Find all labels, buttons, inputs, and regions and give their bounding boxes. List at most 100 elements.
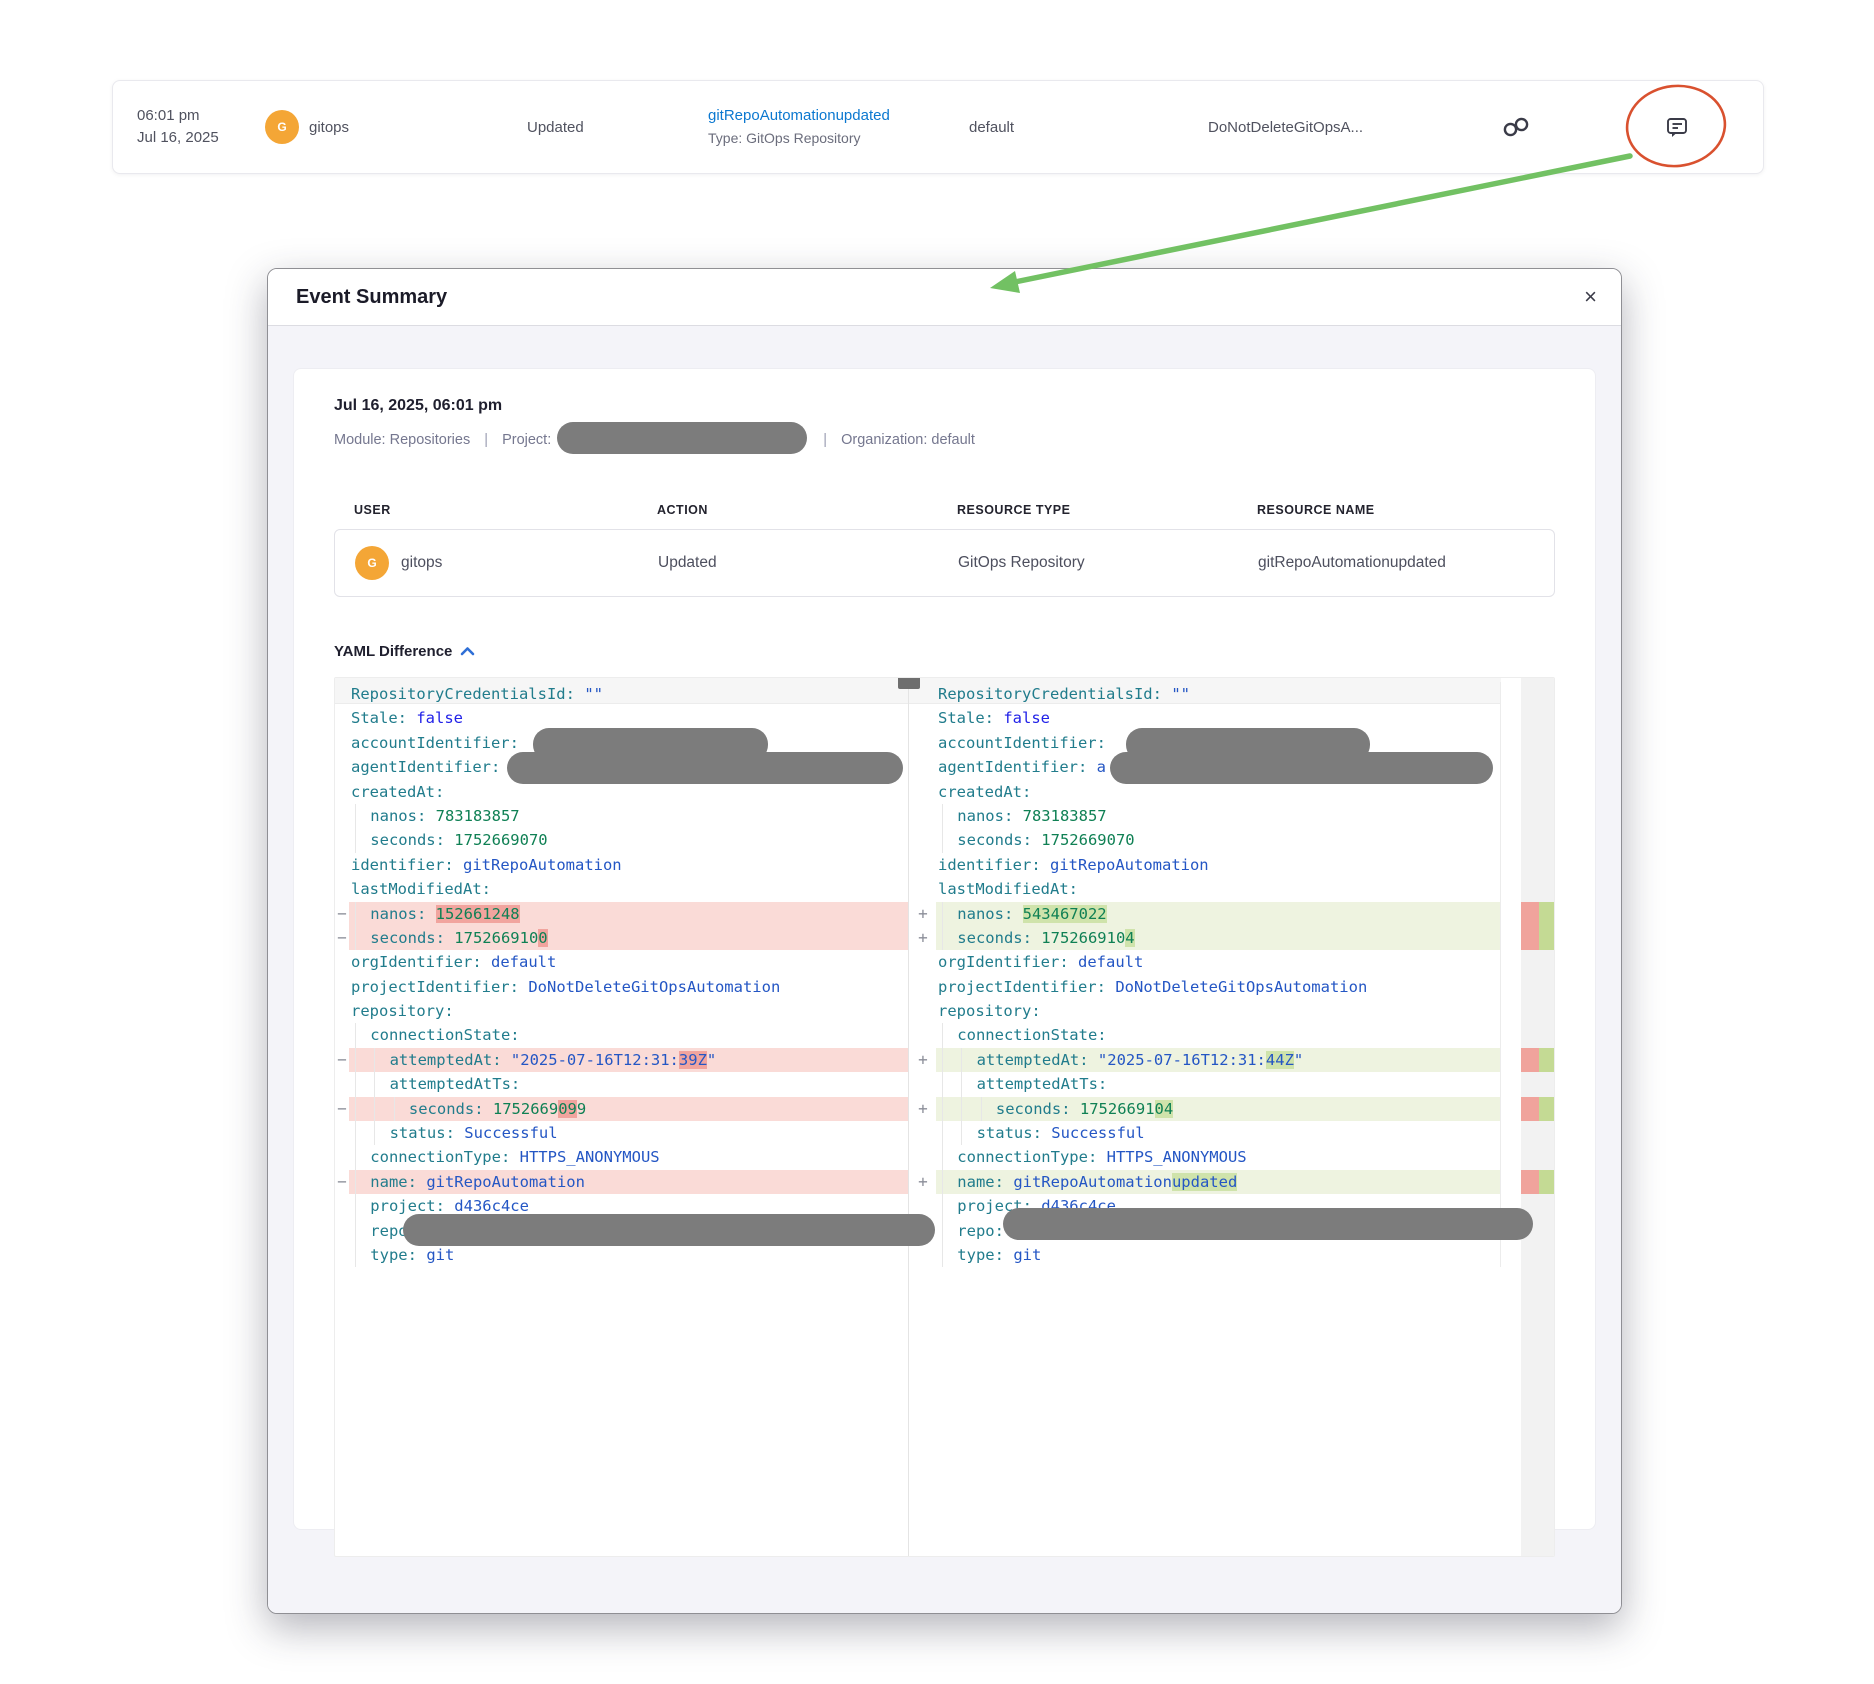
added-line-marker [910, 999, 936, 1023]
removed-line-marker [335, 706, 349, 730]
diff-line: RepositoryCredentialsId: "" [936, 682, 1500, 706]
chevron-up-icon[interactable] [460, 646, 475, 656]
diff-line: name: gitRepoAutomationupdated [936, 1170, 1500, 1194]
added-line-marker [910, 877, 936, 901]
yaml-difference-section: YAML Difference [334, 641, 1555, 661]
action-label: Updated [527, 81, 584, 173]
diff-line: attemptedAt: "2025-07-16T12:31:39Z" [349, 1048, 908, 1072]
removed-line-marker [335, 1121, 349, 1145]
diff-line: seconds: 1752669070 [936, 828, 1500, 852]
removed-line-marker [335, 975, 349, 999]
added-line-marker [910, 1243, 936, 1267]
resource-name-link[interactable]: gitRepoAutomationupdated [708, 108, 890, 124]
diff-line: orgIdentifier: default [936, 950, 1500, 974]
added-line-marker [910, 1072, 936, 1096]
event-table-row: G gitops Updated GitOps Repository gitRe… [334, 529, 1555, 597]
user-cell: G gitops [265, 81, 349, 173]
diff-line: identifier: gitRepoAutomation [349, 853, 908, 877]
added-line-marker [910, 1023, 936, 1047]
redacted-value-blob [403, 1214, 935, 1246]
added-line-marker: + [910, 926, 936, 950]
event-datetime: Jul 16, 2025, 06:01 pm [334, 397, 1555, 415]
diff-line: seconds: 1752669100 [349, 926, 908, 950]
added-line-marker [910, 1145, 936, 1169]
diff-removed-gutter: −−−−− [335, 682, 349, 1267]
diff-line: connectionType: HTTPS_ANONYMOUS [936, 1145, 1500, 1169]
added-line-marker: + [910, 902, 936, 926]
redacted-value-blob [1110, 752, 1493, 784]
header-resource-name: RESOURCE NAME [1257, 503, 1555, 517]
row-user-cell: G gitops [355, 546, 658, 580]
added-line-marker [910, 755, 936, 779]
project-meta-label: Project: [502, 432, 551, 448]
yaml-diff-viewer: −−−−− RepositoryCredentialsId: ""Stale: … [334, 677, 1555, 1557]
diff-added-gutter: +++++ [910, 682, 936, 1267]
ruler-removed-mark [1521, 1170, 1539, 1194]
diff-line: seconds: 1752669104 [936, 1097, 1500, 1121]
yaml-difference-label: YAML Difference [334, 643, 452, 660]
ruler-added-mark [1539, 1170, 1555, 1194]
meta-separator: | [484, 432, 488, 448]
ruler-removed-mark [1521, 902, 1539, 951]
removed-line-marker [335, 804, 349, 828]
diff-line: type: git [936, 1243, 1500, 1267]
removed-line-marker: − [335, 1170, 349, 1194]
diff-line: status: Successful [349, 1121, 908, 1145]
event-card: Jul 16, 2025, 06:01 pm Module: Repositor… [293, 368, 1596, 1530]
diff-line: seconds: 1752669070 [349, 828, 908, 852]
meta-separator: | [823, 432, 827, 448]
removed-line-marker [335, 877, 349, 901]
removed-line-marker: − [335, 1097, 349, 1121]
redacted-value-blob [1003, 1208, 1533, 1240]
ruler-removed-mark [1521, 1097, 1539, 1121]
ruler-added-mark [1539, 1097, 1555, 1121]
removed-line-marker [335, 1194, 349, 1218]
resource-type-label: Type: GitOps Repository [708, 130, 861, 146]
diff-line: seconds: 1752669099 [349, 1097, 908, 1121]
diff-line: nanos: 543467022 [936, 902, 1500, 926]
diff-line: name: gitRepoAutomation [349, 1170, 908, 1194]
link-icon[interactable] [1501, 81, 1531, 173]
diff-line: status: Successful [936, 1121, 1500, 1145]
removed-line-marker: − [335, 926, 349, 950]
header-resource-type: RESOURCE TYPE [957, 503, 1257, 517]
removed-line-marker: − [335, 902, 349, 926]
diff-overview-ruler[interactable] [1521, 678, 1555, 1556]
modal-header: Event Summary × [268, 269, 1621, 326]
event-time-clock: 06:01 pm [137, 108, 200, 124]
removed-line-marker: − [335, 1048, 349, 1072]
user-name: gitops [309, 119, 349, 136]
audit-log-row[interactable]: 06:01 pm Jul 16, 2025 G gitops Updated g… [112, 80, 1764, 174]
added-line-marker [910, 1121, 936, 1145]
event-time: 06:01 pm Jul 16, 2025 [137, 81, 219, 173]
added-line-marker [910, 804, 936, 828]
event-summary-icon[interactable] [1663, 81, 1691, 173]
diff-line: projectIdentifier: DoNotDeleteGitOpsAuto… [936, 975, 1500, 999]
removed-line-marker [335, 1072, 349, 1096]
diff-line: orgIdentifier: default [349, 950, 908, 974]
diff-line: repository: [936, 999, 1500, 1023]
modal-title: Event Summary [296, 286, 447, 309]
diff-line: nanos: 783183857 [349, 804, 908, 828]
diff-line: attemptedAtTs: [936, 1072, 1500, 1096]
added-line-marker [910, 780, 936, 804]
module-label: Module: Repositories [334, 432, 470, 448]
close-icon[interactable]: × [1584, 286, 1597, 308]
diff-line: identifier: gitRepoAutomation [936, 853, 1500, 877]
added-line-marker [910, 975, 936, 999]
diff-line: connectionType: HTTPS_ANONYMOUS [349, 1145, 908, 1169]
organization-meta-label: Organization: default [841, 432, 975, 448]
added-line-marker: + [910, 1048, 936, 1072]
added-line-marker [910, 706, 936, 730]
diff-sash-handle[interactable] [898, 677, 920, 689]
green-arrow-line [1005, 156, 1630, 284]
removed-line-marker [335, 780, 349, 804]
event-meta-line: Module: Repositories | Project: | Organi… [334, 423, 1555, 457]
diff-line: connectionState: [936, 1023, 1500, 1047]
removed-line-marker [335, 999, 349, 1023]
diff-line: RepositoryCredentialsId: "" [349, 682, 908, 706]
diff-line: nanos: 783183857 [936, 804, 1500, 828]
added-line-marker [910, 853, 936, 877]
diff-line: nanos: 152661248 [349, 902, 908, 926]
added-line-marker [910, 828, 936, 852]
